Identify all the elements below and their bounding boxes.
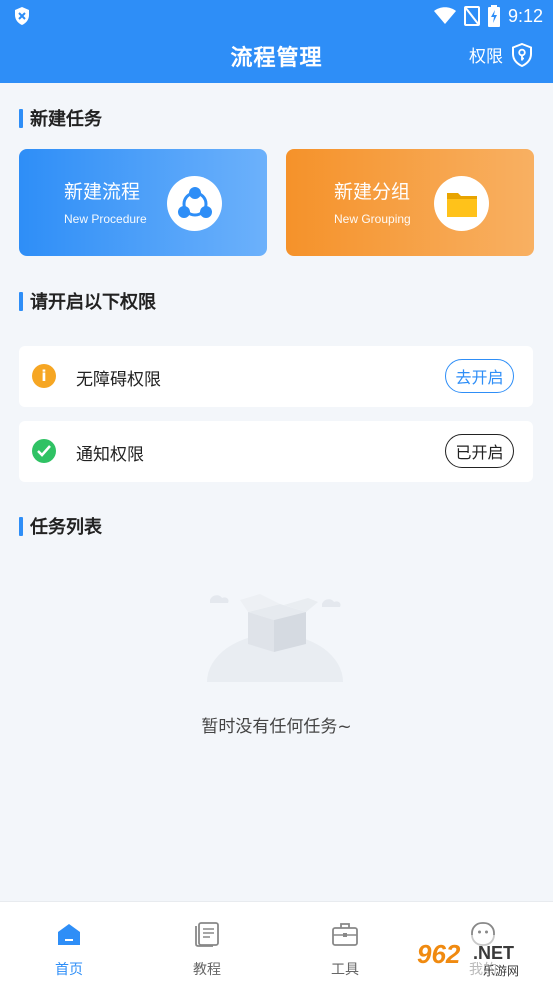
section-new-task: 新建任务 bbox=[19, 105, 102, 131]
svg-text:962: 962 bbox=[417, 939, 461, 969]
watermark-logo: 962 .NET 乐游网 bbox=[411, 935, 549, 979]
section-marker bbox=[19, 516, 23, 536]
status-time: 9:12 bbox=[507, 5, 543, 26]
card-subtitle: New Grouping bbox=[334, 212, 411, 226]
new-grouping-card[interactable]: 新建分组 New Grouping bbox=[286, 149, 534, 256]
tab-label: 工具 bbox=[331, 962, 359, 978]
shield-x-icon bbox=[15, 7, 29, 25]
permission-label: 无障碍权限 bbox=[76, 370, 161, 390]
section-permissions: 请开启以下权限 bbox=[19, 288, 156, 314]
empty-state-text: 暂时没有任何任务~ bbox=[201, 717, 352, 737]
folder-icon bbox=[434, 176, 489, 231]
section-marker bbox=[19, 108, 23, 128]
status-bar: 9:12 bbox=[0, 0, 553, 32]
card-subtitle: New Procedure bbox=[64, 212, 147, 226]
permission-row-notification: 通知权限 已开启 bbox=[19, 421, 533, 482]
tab-tools[interactable]: 工具 bbox=[305, 920, 385, 979]
permission-button[interactable]: 权限 bbox=[469, 42, 533, 67]
section-title: 新建任务 bbox=[30, 109, 102, 130]
permission-row-accessibility: i 无障碍权限 去开启 bbox=[19, 346, 533, 407]
wifi-icon bbox=[433, 7, 456, 24]
permission-label: 通知权限 bbox=[76, 445, 144, 465]
tab-label: 教程 bbox=[193, 962, 221, 978]
section-title: 请开启以下权限 bbox=[30, 292, 156, 313]
status-icons: 9:12 bbox=[433, 4, 543, 28]
new-procedure-card[interactable]: 新建流程 New Procedure bbox=[19, 149, 267, 256]
check-icon bbox=[32, 439, 56, 463]
section-task-list: 任务列表 bbox=[19, 513, 102, 539]
section-title: 任务列表 bbox=[30, 517, 102, 538]
no-signal-icon bbox=[463, 6, 480, 26]
permission-label: 权限 bbox=[469, 47, 503, 67]
card-title: 新建流程 bbox=[64, 181, 141, 203]
shield-key-icon bbox=[512, 42, 532, 67]
tab-label: 首页 bbox=[55, 962, 83, 978]
info-icon: i bbox=[32, 364, 56, 388]
toolbox-icon bbox=[332, 923, 358, 946]
share-nodes-icon bbox=[167, 176, 222, 231]
card-title: 新建分组 bbox=[334, 181, 411, 203]
svg-text:乐游网: 乐游网 bbox=[483, 964, 519, 978]
app-header: 9:12 流程管理 权限 bbox=[0, 0, 553, 83]
tab-home[interactable]: 首页 bbox=[29, 920, 109, 979]
enable-accessibility-button[interactable]: 去开启 bbox=[445, 359, 514, 393]
notification-enabled-button[interactable]: 已开启 bbox=[445, 434, 514, 468]
section-marker bbox=[19, 291, 23, 311]
svg-text:.NET: .NET bbox=[473, 943, 514, 963]
home-icon bbox=[58, 924, 80, 945]
book-icon bbox=[195, 922, 219, 947]
tab-tutorial[interactable]: 教程 bbox=[167, 920, 247, 979]
battery-charging-icon bbox=[487, 5, 500, 27]
empty-box-icon bbox=[207, 594, 343, 682]
